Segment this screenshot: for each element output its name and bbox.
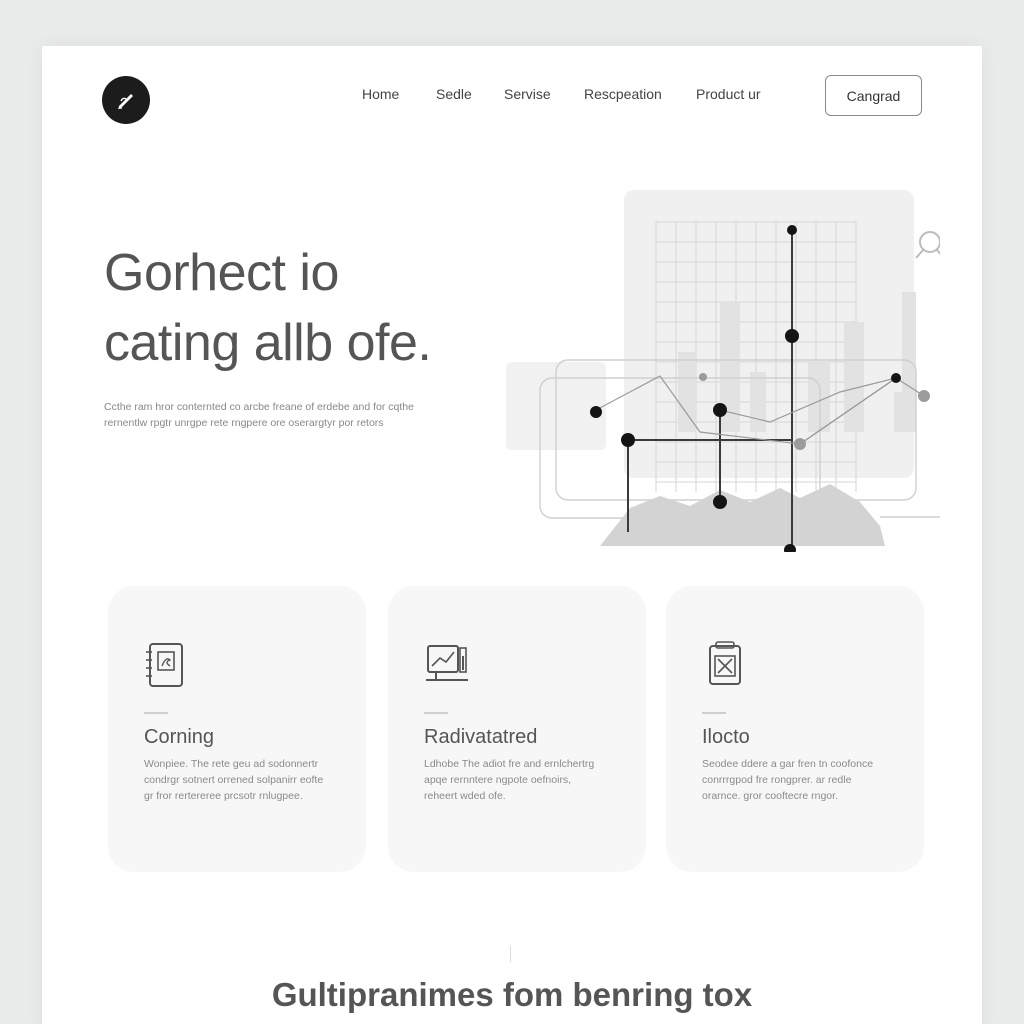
hero-title: Gorhect io cating allb ofe. bbox=[104, 238, 524, 378]
section-heading: Gultipranimes fom benring tox bbox=[271, 976, 753, 1013]
landing-page: Home Sedle Servise Rescpeation Product u… bbox=[42, 46, 982, 1024]
search-icon bbox=[915, 231, 940, 259]
monitor-icon bbox=[426, 645, 468, 681]
hero-subtitle: Ccthe ram hror conternted co arcbe frean… bbox=[104, 401, 414, 429]
feature-description: Ldhobe The adiot fre and ernlchertrg apq… bbox=[424, 758, 595, 802]
feature-title: Radivatatred bbox=[424, 726, 538, 748]
nav-item-servise[interactable]: Servise bbox=[504, 86, 551, 102]
feature-card-radivatatred[interactable]: Radivatatred Ldhobe The adiot fre and er… bbox=[388, 586, 646, 872]
document-icon bbox=[146, 643, 183, 687]
badge-icon bbox=[709, 641, 741, 685]
hero-title-line-1: Gorhect io bbox=[104, 244, 339, 302]
pen-icon bbox=[118, 94, 133, 109]
card-divider bbox=[702, 712, 726, 714]
nav-item-sedle[interactable]: Sedle bbox=[436, 86, 472, 102]
feature-title: Ilocto bbox=[702, 726, 750, 748]
feature-description: Seodee ddere a gar fren tn coofonce conr… bbox=[702, 758, 874, 802]
feature-description: Wonpiee. The rete geu ad sodonnertr cond… bbox=[144, 758, 324, 802]
network-chart-illustration bbox=[506, 190, 940, 552]
nav-item-home[interactable]: Home bbox=[362, 86, 399, 102]
logo[interactable] bbox=[102, 76, 150, 124]
feature-card-corning[interactable]: Corning Wonpiee. The rete geu ad sodonne… bbox=[108, 586, 366, 872]
header-cta-button[interactable]: Cangrad bbox=[825, 75, 922, 116]
nav-item-rescpeation[interactable]: Rescpeation bbox=[584, 86, 662, 102]
card-divider bbox=[144, 712, 168, 714]
feature-title: Corning bbox=[144, 726, 215, 748]
nav-item-product[interactable]: Product ur bbox=[696, 86, 761, 102]
card-divider bbox=[424, 712, 448, 714]
hero-title-line-2: cating allb ofe. bbox=[104, 314, 432, 372]
section-divider bbox=[510, 946, 511, 962]
feature-card-ilocto[interactable]: Ilocto Seodee ddere a gar fren tn coofon… bbox=[666, 586, 924, 872]
